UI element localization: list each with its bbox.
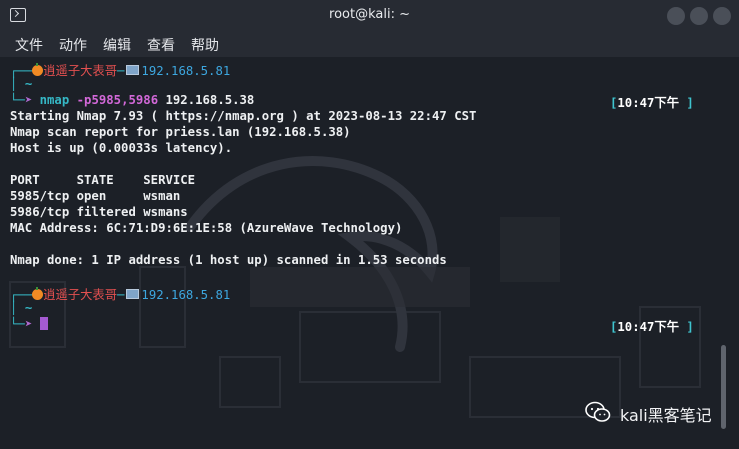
maximize-button[interactable] [690, 7, 708, 25]
watermark-text: kali黑客笔记 [620, 406, 712, 425]
pumpkin-icon [32, 63, 44, 76]
output-line: Nmap scan report for priess.lan (192.168… [10, 125, 351, 139]
output-line: MAC Address: 6C:71:D9:6E:1E:58 (AzureWav… [10, 221, 403, 235]
prompt-line-1: ┌── 逍遥子大表哥─ 192.168.5.81 [10, 63, 231, 78]
wechat-icon [585, 401, 611, 422]
computer-icon [126, 289, 140, 299]
prompt-cwd-1: │ ~ [10, 77, 33, 91]
output-line: Starting Nmap 7.93 ( https://nmap.org ) … [10, 109, 477, 123]
terminal-window: root@kali: ~ 文件 动作 编辑 查看 帮助 ┌── 逍遥子大表哥─ 19… [0, 0, 739, 449]
computer-icon [126, 65, 140, 75]
title-bar[interactable]: root@kali: ~ [0, 0, 739, 31]
output-line: 5985/tcp open wsman [10, 189, 181, 203]
input-line[interactable]: └─➤ [10, 317, 48, 331]
prompt-line-2: ┌── 逍遥子大表哥─ 192.168.5.81 [10, 287, 231, 302]
scrollbar[interactable] [721, 345, 726, 429]
pumpkin-icon [32, 287, 44, 300]
timestamp-1: [10:47下午 ] [610, 96, 694, 110]
output-line: Nmap done: 1 IP address (1 host up) scan… [10, 253, 447, 267]
command-line: └─➤ nmap -p5985,5986 192.168.5.38 [10, 93, 255, 107]
output-line: 5986/tcp filtered wsmans [10, 205, 188, 219]
menu-bar: 文件 动作 编辑 查看 帮助 [0, 31, 739, 57]
terminal-output[interactable]: ┌── 逍遥子大表哥─ 192.168.5.81 │ ~ └─➤ nmap -p59… [0, 57, 739, 449]
minimize-button[interactable] [667, 7, 685, 25]
close-button[interactable] [713, 7, 731, 25]
menu-file[interactable]: 文件 [15, 35, 43, 55]
menu-edit[interactable]: 编辑 [103, 35, 131, 55]
output-line: PORT STATE SERVICE [10, 173, 196, 187]
menu-action[interactable]: 动作 [59, 35, 87, 55]
output-line: Host is up (0.00033s latency). [10, 141, 233, 155]
window-title: root@kali: ~ [329, 7, 410, 22]
timestamp-2: [10:47下午 ] [610, 320, 694, 334]
prompt-cwd-2: │ ~ [10, 301, 33, 315]
text-cursor [39, 317, 48, 330]
menu-view[interactable]: 查看 [147, 35, 175, 55]
menu-help[interactable]: 帮助 [191, 35, 219, 55]
